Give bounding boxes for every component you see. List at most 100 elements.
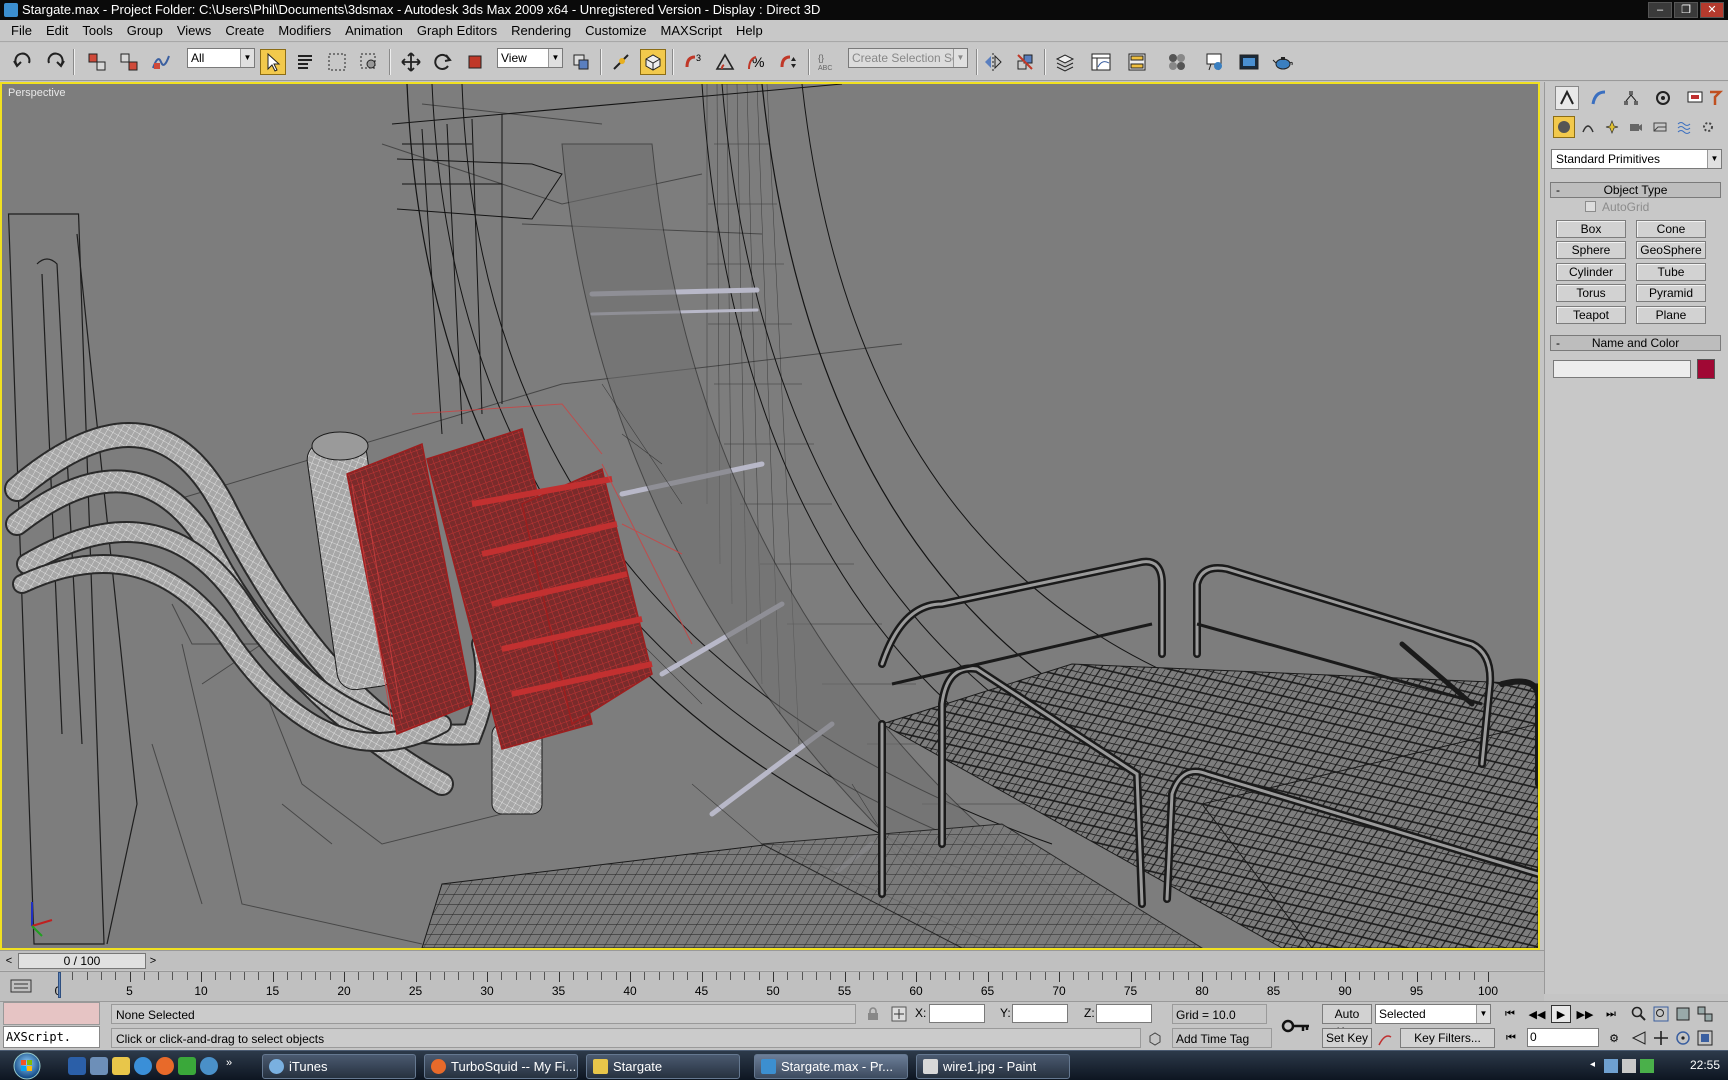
cameras-category-icon[interactable] — [1625, 116, 1647, 138]
menu-graph-editors[interactable]: Graph Editors — [410, 21, 504, 41]
curve-editor-icon[interactable] — [1088, 49, 1114, 75]
field-of-view-icon[interactable] — [1629, 1028, 1649, 1048]
selection-filter-dropdown[interactable]: All ▼ — [187, 48, 255, 68]
z-coord-field[interactable] — [1096, 1004, 1152, 1023]
show-desktop-icon[interactable] — [68, 1057, 86, 1075]
keyboard-shortcut-override-icon[interactable] — [640, 49, 666, 75]
material-editor-icon[interactable] — [1164, 49, 1190, 75]
auto-key-button[interactable]: Auto Key — [1322, 1004, 1372, 1039]
tube-button[interactable]: Tube — [1636, 263, 1706, 281]
object-category-dropdown[interactable]: Standard Primitives ▼ — [1551, 149, 1722, 169]
bind-to-space-warp-icon[interactable] — [148, 49, 174, 75]
key-mode-dropdown[interactable]: Selected ▼ — [1375, 1004, 1491, 1024]
object-type-rollout[interactable]: - Object Type — [1550, 182, 1721, 198]
render-setup-icon[interactable] — [1202, 49, 1228, 75]
y-coord-field[interactable] — [1012, 1004, 1068, 1023]
unlink-selection-icon[interactable] — [116, 49, 142, 75]
taskbar-item-paint[interactable]: wire1.jpg - Paint — [916, 1054, 1070, 1079]
align-icon[interactable] — [1012, 49, 1038, 75]
network-icon[interactable] — [1604, 1059, 1618, 1073]
pyramid-button[interactable]: Pyramid — [1636, 284, 1706, 302]
edit-named-selection-icon[interactable]: {} ABC — [814, 49, 840, 75]
key-mode-toggle-icon[interactable]: ⏮ — [1501, 1029, 1521, 1047]
time-slider-thumb[interactable]: 0 / 100 — [18, 953, 146, 969]
play-animation-icon[interactable]: ▶ — [1551, 1005, 1571, 1023]
add-time-tag-button[interactable]: Add Time Tag — [1172, 1028, 1272, 1048]
rendered-frame-window-icon[interactable] — [1236, 49, 1262, 75]
create-tab-icon[interactable] — [1555, 86, 1579, 110]
maxscript-listener-output[interactable] — [3, 1002, 100, 1025]
menu-modifiers[interactable]: Modifiers — [271, 21, 338, 41]
zoom-all-icon[interactable] — [1651, 1004, 1671, 1024]
geometry-category-icon[interactable] — [1553, 116, 1575, 138]
hierarchy-tab-icon[interactable] — [1619, 86, 1643, 110]
select-and-scale-icon[interactable] — [462, 49, 488, 75]
default-tangent-icon[interactable] — [1376, 1030, 1394, 1048]
start-button[interactable] — [6, 1052, 48, 1080]
menu-create[interactable]: Create — [218, 21, 271, 41]
minimize-button[interactable]: – — [1648, 2, 1672, 18]
window-crossing-icon[interactable] — [356, 49, 382, 75]
menu-help[interactable]: Help — [729, 21, 770, 41]
taskbar-item-stargate-folder[interactable]: Stargate — [586, 1054, 740, 1079]
track-bar[interactable]: 0510152025303540455055606570758085909510… — [0, 971, 1544, 1001]
shapes-category-icon[interactable] — [1577, 116, 1599, 138]
absolute-mode-transform-icon[interactable] — [890, 1005, 908, 1023]
menu-rendering[interactable]: Rendering — [504, 21, 578, 41]
space-warps-category-icon[interactable] — [1673, 116, 1695, 138]
pan-view-icon[interactable] — [1651, 1028, 1671, 1048]
set-keys-icon[interactable] — [1272, 1006, 1320, 1046]
mini-curve-editor-icon[interactable] — [10, 977, 32, 995]
percent-snap-icon[interactable]: % — [744, 49, 770, 75]
selection-lock-icon[interactable] — [864, 1005, 882, 1023]
name-and-color-rollout[interactable]: - Name and Color — [1550, 335, 1721, 351]
maximize-button[interactable]: ❐ — [1674, 2, 1698, 18]
cylinder-button[interactable]: Cylinder — [1556, 263, 1626, 281]
zoom-extents-icon[interactable] — [1673, 1004, 1693, 1024]
box-button[interactable]: Box — [1556, 220, 1626, 238]
select-and-manipulate-icon[interactable] — [608, 49, 634, 75]
menu-animation[interactable]: Animation — [338, 21, 410, 41]
utilities-tab-icon[interactable] — [1703, 86, 1727, 110]
angle-snap-icon[interactable] — [712, 49, 738, 75]
mirror-icon[interactable] — [980, 49, 1006, 75]
menu-maxscript[interactable]: MAXScript — [654, 21, 729, 41]
next-frame-icon[interactable]: ▶▶ — [1575, 1005, 1595, 1023]
snaps-toggle-icon[interactable]: 3 — [680, 49, 706, 75]
security-icon[interactable] — [1640, 1059, 1654, 1073]
media-player-icon[interactable] — [200, 1057, 218, 1075]
modify-tab-icon[interactable] — [1587, 86, 1611, 110]
x-coord-field[interactable] — [929, 1004, 985, 1023]
reference-coordinate-dropdown[interactable]: View ▼ — [497, 48, 563, 68]
lights-category-icon[interactable] — [1601, 116, 1623, 138]
firefox-icon[interactable] — [156, 1057, 174, 1075]
select-object-icon[interactable] — [260, 49, 286, 75]
menu-edit[interactable]: Edit — [39, 21, 75, 41]
undo-icon[interactable] — [10, 49, 36, 75]
schematic-view-icon[interactable] — [1124, 49, 1150, 75]
redo-icon[interactable] — [42, 49, 68, 75]
folder-icon[interactable] — [112, 1057, 130, 1075]
cone-button[interactable]: Cone — [1636, 220, 1706, 238]
previous-frame-icon[interactable]: ◀◀ — [1527, 1005, 1547, 1023]
perspective-viewport[interactable]: Perspective — [0, 82, 1540, 950]
taskbar-item-3dsmax[interactable]: Stargate.max - Pr... — [754, 1054, 908, 1079]
set-key-button[interactable]: Set Key — [1322, 1028, 1372, 1048]
object-name-input[interactable] — [1553, 360, 1691, 378]
object-color-swatch[interactable] — [1697, 359, 1715, 379]
clock[interactable]: 22:55 — [1690, 1058, 1720, 1072]
zoom-extents-all-icon[interactable] — [1695, 1004, 1715, 1024]
menu-file[interactable]: File — [4, 21, 39, 41]
current-frame-spinner[interactable]: 0 — [1527, 1028, 1599, 1047]
key-filters-button[interactable]: Key Filters... — [1400, 1028, 1495, 1048]
viewport-label[interactable]: Perspective — [8, 87, 65, 99]
plane-button[interactable]: Plane — [1636, 306, 1706, 324]
menu-customize[interactable]: Customize — [578, 21, 653, 41]
taskbar-item-turbosquid[interactable]: TurboSquid -- My Fi... — [424, 1054, 578, 1079]
rectangular-selection-icon[interactable] — [324, 49, 350, 75]
quick-launch-overflow-icon[interactable]: » — [226, 1057, 236, 1075]
select-and-link-icon[interactable] — [84, 49, 110, 75]
torus-button[interactable]: Torus — [1556, 284, 1626, 302]
close-button[interactable]: ✕ — [1700, 2, 1724, 18]
layer-manager-icon[interactable] — [1052, 49, 1078, 75]
